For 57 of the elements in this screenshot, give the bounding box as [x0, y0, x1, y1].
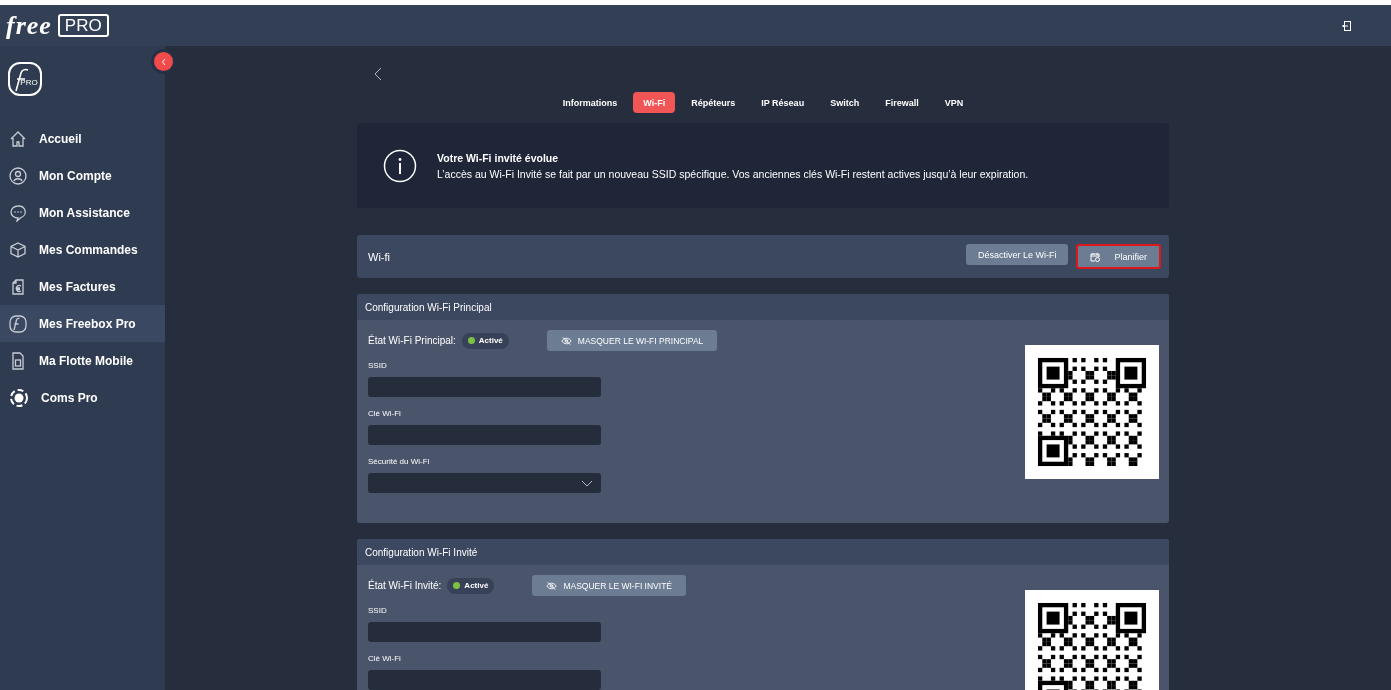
- tab[interactable]: IP Réseau: [751, 92, 815, 113]
- user-icon: [9, 166, 27, 185]
- card-header: Configuration Wi-Fi Principal: [357, 294, 1169, 320]
- panel-title: Wi-fi: [368, 250, 390, 263]
- status-badge: Activé: [447, 577, 495, 594]
- banner-text: L’accès au Wi-Fi Invité se fait par un nouveau SSID spécifique. Vos anciennes clés Wi-Fi restent actives jusqu’à leur expiration.: [437, 167, 1029, 180]
- sidebar-item[interactable]: Ma Flotte Mobile: [0, 342, 165, 379]
- state-label: État Wi-Fi Invité:: [368, 580, 442, 591]
- input-field[interactable]: [368, 622, 601, 642]
- eye-off-icon: [560, 335, 572, 346]
- logout-icon[interactable]: [1342, 20, 1351, 31]
- status-badge: Activé: [461, 332, 509, 349]
- eye-off-icon: [546, 580, 558, 591]
- action-button[interactable]: Planifier: [1076, 244, 1161, 269]
- sidebar-item[interactable]: Accueil: [0, 120, 165, 157]
- field-label: SSID: [368, 361, 388, 370]
- home-icon: [9, 129, 27, 148]
- collapse-button[interactable]: [154, 52, 173, 71]
- tab[interactable]: Informations: [552, 92, 628, 113]
- select-field[interactable]: [368, 473, 601, 493]
- hide-wifi-button[interactable]: MASQUER LE WI-FI INVITÉ: [532, 575, 686, 596]
- input-field[interactable]: [368, 425, 601, 445]
- sidebar-item[interactable]: Mes Factures: [0, 268, 165, 305]
- info-icon: [383, 148, 417, 183]
- tab[interactable]: VPN: [934, 92, 974, 113]
- field-label: Clé Wi-Fi: [368, 654, 402, 663]
- card-header: Configuration Wi-Fi Invité: [357, 539, 1169, 565]
- euro-document-icon: [9, 277, 27, 296]
- chevron-down-icon: [581, 479, 593, 487]
- chevron-left-icon: [374, 66, 382, 81]
- chevron-left-icon: [160, 57, 167, 66]
- field-label: Sécurité du Wi-Fi: [368, 457, 431, 466]
- chat-icon: [9, 203, 27, 222]
- hide-wifi-button[interactable]: MASQUER LE WI-FI PRINCIPAL: [546, 330, 718, 351]
- state-label: État Wi-Fi Principal:: [368, 335, 456, 346]
- sidebar-item[interactable]: Mes Freebox Pro: [0, 305, 165, 342]
- sim-card-icon: [9, 351, 27, 370]
- sidebar-item[interactable]: Mon Compte: [0, 157, 165, 194]
- tab[interactable]: Firewall: [875, 92, 929, 113]
- action-button[interactable]: Désactiver Le Wi-Fi: [965, 244, 1069, 265]
- input-field[interactable]: [368, 377, 601, 397]
- box-icon: [9, 240, 27, 259]
- dotted-circle-icon: [9, 387, 29, 408]
- sidebar-item[interactable]: Mon Assistance: [0, 194, 165, 231]
- tab[interactable]: Switch: [820, 92, 870, 113]
- sidebar-logo: PRO: [8, 62, 42, 96]
- sidebar-item[interactable]: Mes Commandes: [0, 231, 165, 268]
- logo-badge: PRO: [57, 14, 109, 37]
- field-label: Clé Wi-Fi: [368, 409, 402, 418]
- input-field[interactable]: [368, 670, 601, 690]
- logo-wordmark: free: [6, 10, 52, 41]
- banner-title: Votre Wi-Fi invité évolue: [437, 151, 560, 164]
- field-label: SSID: [368, 606, 388, 615]
- freebox-icon: [9, 314, 27, 333]
- calendar-clock-icon: [1090, 251, 1101, 262]
- sidebar-item[interactable]: Coms Pro: [0, 379, 165, 416]
- tab[interactable]: Répéteurs: [681, 92, 746, 113]
